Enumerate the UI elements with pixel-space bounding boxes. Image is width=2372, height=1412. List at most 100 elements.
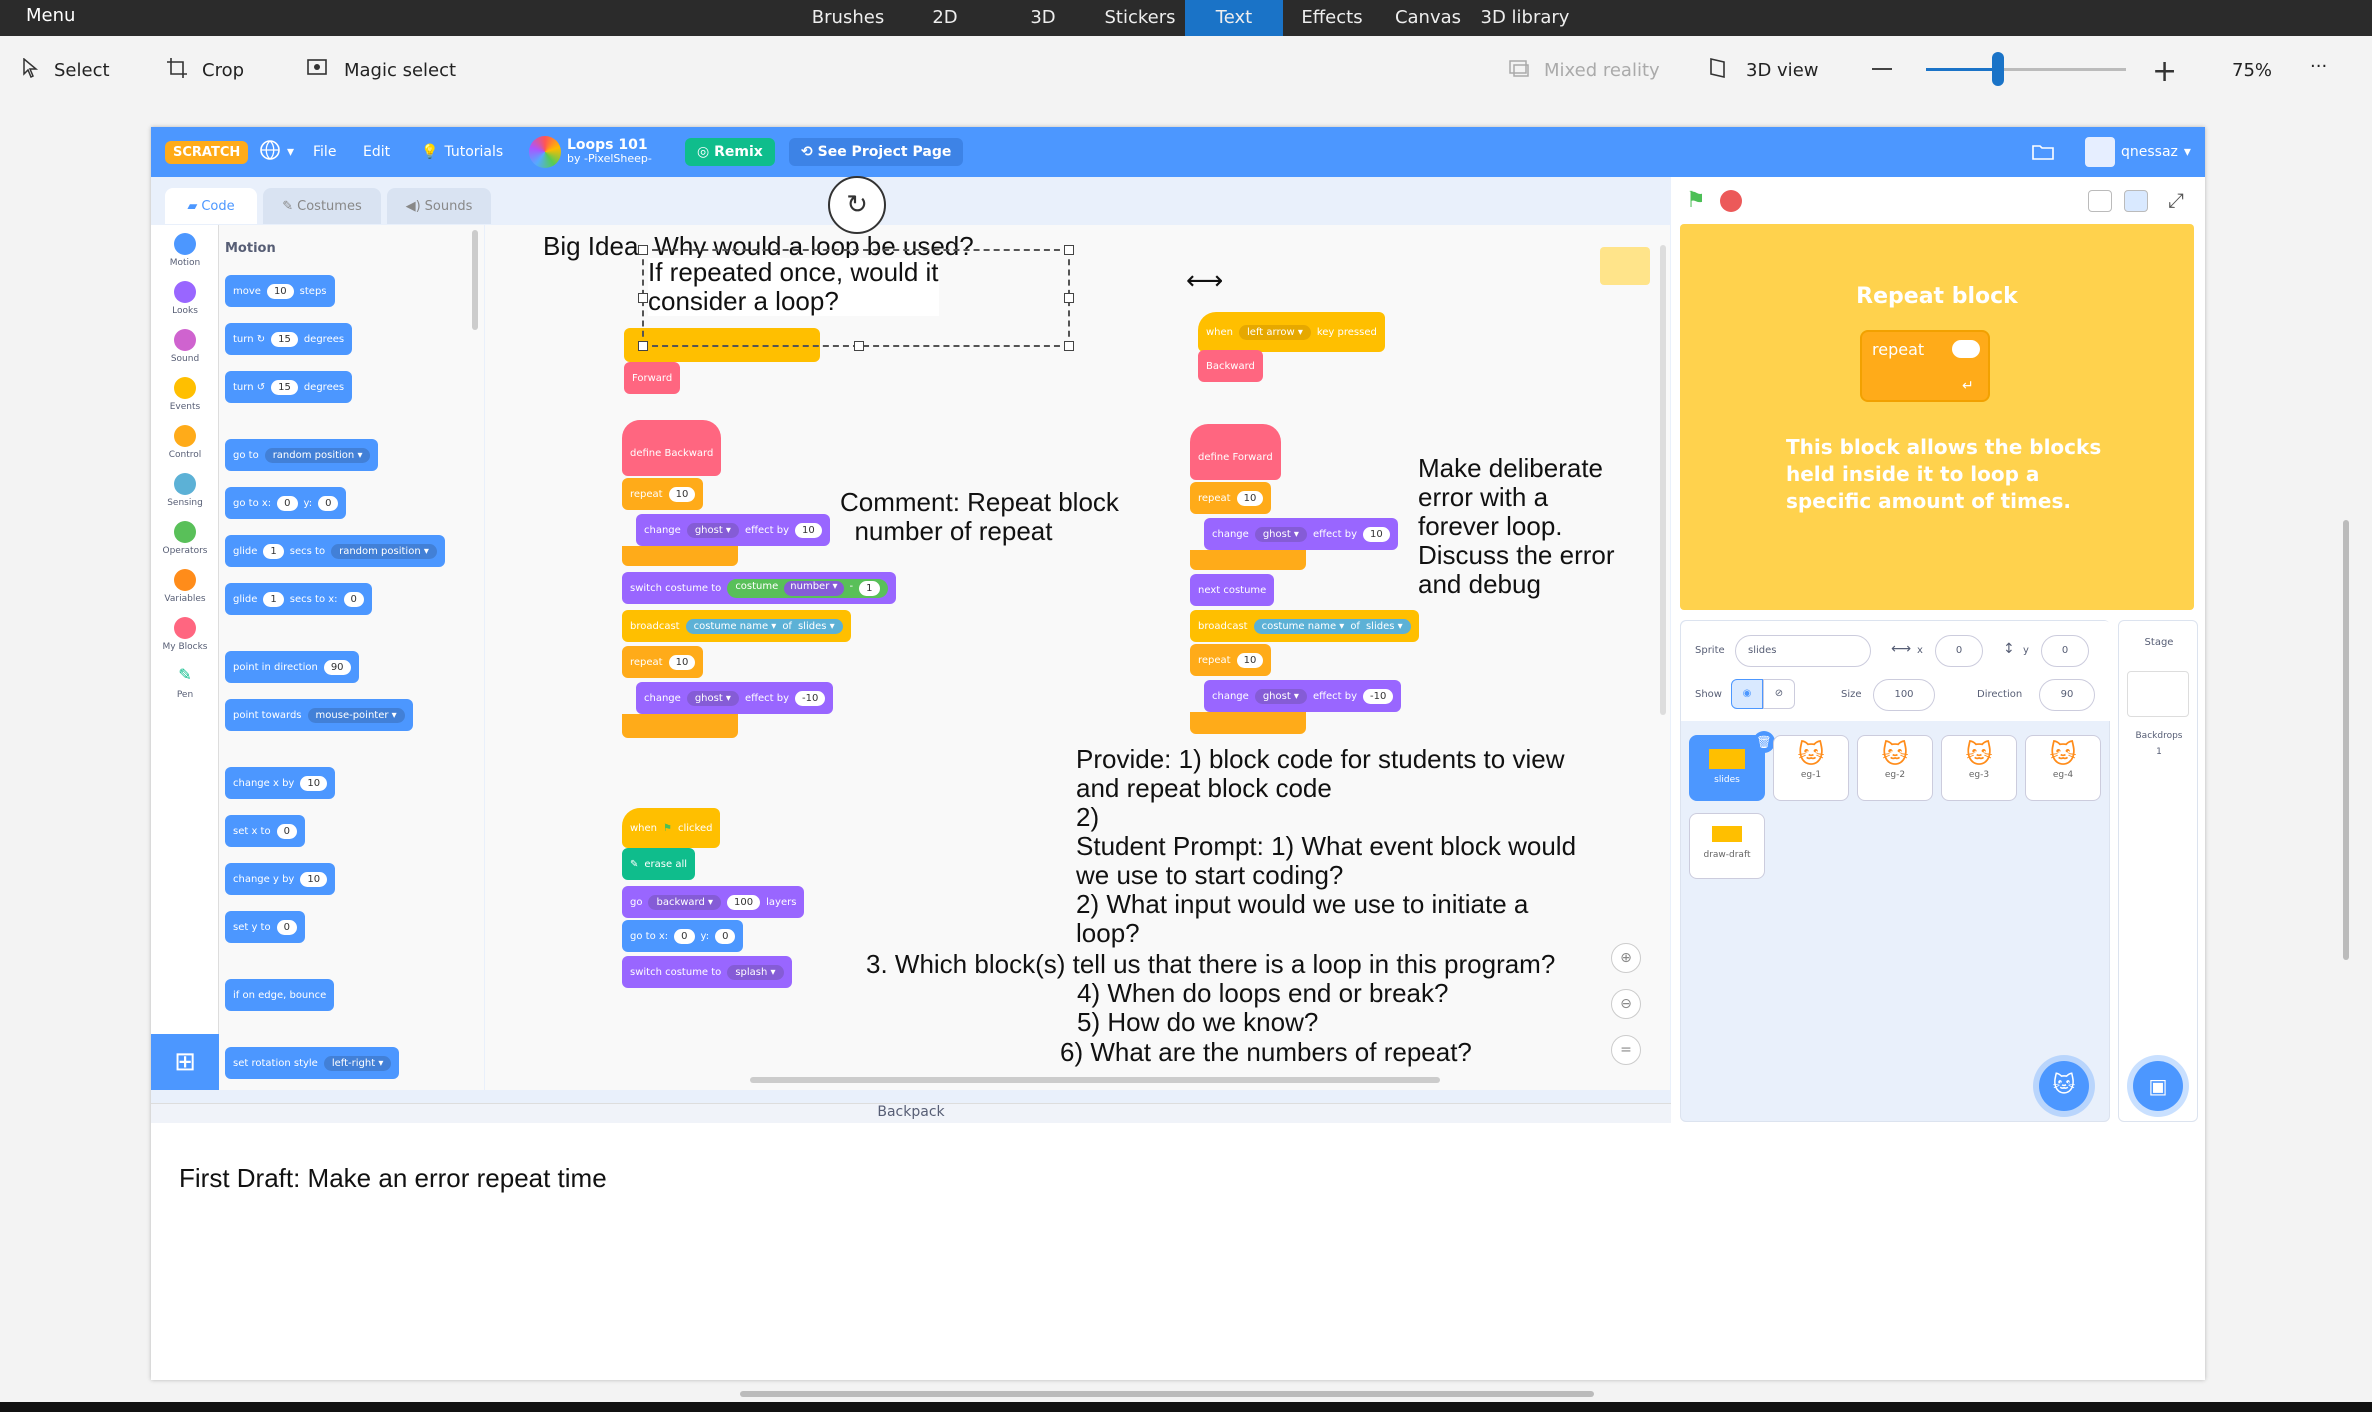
tab-text[interactable]: Text [1185,0,1283,36]
zoom-slider[interactable] [1926,52,2126,86]
broadcast-block[interactable]: broadcast costume name ▾ of slides ▾ [622,610,851,642]
question-3-text[interactable]: 3. Which block(s) tell us that there is … [866,950,1555,979]
sticky-comment[interactable] [1600,247,1650,285]
green-flag-icon[interactable]: ⚑ [1686,188,1710,213]
category-variables[interactable]: Variables [151,569,219,604]
zoom-slider-thumb[interactable] [1992,52,2004,86]
palette-block-glide-to[interactable]: glide 1 secs to random position ▾ [225,535,445,567]
stage[interactable]: Repeat block repeat ↵ This block allows … [1680,224,2194,610]
define-backward-block[interactable]: define Backward [622,420,722,476]
palette-block-bounce[interactable]: if on edge, bounce [225,979,335,1011]
fullscreen-icon[interactable]: ⤢ [2168,188,2184,212]
palette-block-turn-left[interactable]: turn ↺ 15 degrees [225,371,353,403]
category-sensing[interactable]: Sensing [151,473,219,508]
normal-stage-icon[interactable] [2124,190,2148,212]
canvas-vertical-scrollbar[interactable] [2343,520,2349,960]
file-menu[interactable]: File [313,127,336,177]
category-operators[interactable]: Operators [151,521,219,556]
3d-view-tool[interactable]: 3D view [1708,36,1818,104]
show-sprite-eye-icon[interactable]: ◉ [1731,679,1763,709]
palette-block-go-to[interactable]: go to random position ▾ [225,439,379,471]
select-tool[interactable]: Select [22,36,110,104]
edit-menu[interactable]: Edit [363,127,390,177]
repeat-block[interactable]: repeat 10 [1190,482,1272,514]
delete-sprite-icon[interactable]: 🗑 [1753,731,1775,753]
comment-text[interactable]: Comment: Repeat block number of repeat [840,488,1119,546]
switch-costume-block[interactable]: switch costume to splash ▾ [622,956,792,988]
magic-select-tool[interactable]: Magic select [306,36,456,104]
hide-sprite-eye-icon[interactable]: ⊘ [1763,679,1795,709]
category-sound[interactable]: Sound [151,329,219,364]
palette-block-set-y[interactable]: set y to 0 [225,911,305,943]
sprite-thumb-eg-1[interactable]: 🐱 eg-1 [1773,735,1849,801]
sprite-thumb-eg-4[interactable]: 🐱 eg-4 [2025,735,2101,801]
deliberate-error-text[interactable]: Make deliberate error with a forever loo… [1418,454,1615,599]
tab-3d-shapes[interactable]: 3D shapes [998,0,1088,64]
text-selection-box[interactable] [638,245,1074,351]
sprite-name-input[interactable]: slides [1735,635,1871,667]
when-flag-clicked-block[interactable]: when ⚑ clicked [622,808,721,848]
forward-call-block[interactable]: Forward [624,362,681,394]
palette-block-move[interactable]: move 10 steps [225,275,335,307]
repeat-block[interactable]: repeat 10 [1190,644,1272,676]
mixed-reality-tool[interactable]: Mixed reality [1508,36,1660,104]
scratch-logo[interactable]: SCRATCH [165,140,249,164]
palette-block-rotation-style[interactable]: set rotation style left-right ▾ [225,1047,400,1079]
category-control[interactable]: Control [151,425,219,460]
tab-sounds[interactable]: ◀) Sounds [387,188,491,224]
category-events[interactable]: Events [151,377,219,412]
more-options-icon[interactable]: ··· [2310,56,2327,77]
question-6-text[interactable]: 6) What are the numbers of repeat? [1060,1038,1472,1067]
stop-icon[interactable] [1720,190,1742,212]
resize-handle[interactable] [638,293,648,303]
add-extension-button[interactable]: ⊞ [151,1034,219,1090]
choose-backdrop-icon[interactable]: ▣ [2133,1061,2183,1111]
palette-scrollbar[interactable] [472,230,478,330]
go-layers-block[interactable]: go backward ▾ 100 layers [622,886,805,918]
zoom-out-icon[interactable]: ⊖ [1611,989,1641,1019]
backpack-header[interactable]: Backpack [151,1103,1671,1123]
stage-target-pane[interactable]: Stage Backdrops 1 ▣ [2118,620,2198,1122]
resize-handle[interactable] [638,245,648,255]
workspace-vscrollbar[interactable] [1660,245,1666,715]
see-project-page-button[interactable]: ⟲ See Project Page [789,138,964,166]
folder-icon[interactable] [2031,127,2055,177]
next-costume-block[interactable]: next costume [1190,574,1275,606]
workspace-scrollbar[interactable] [750,1077,1440,1083]
y-input[interactable]: 0 [2041,635,2089,667]
zoom-in-icon[interactable]: ⊕ [1611,943,1641,973]
category-my-blocks[interactable]: My Blocks [151,617,219,652]
question-5-text[interactable]: 5) How do we know? [1077,1008,1318,1037]
tab-costumes[interactable]: ✎ Costumes [263,188,381,224]
tab-brushes[interactable]: Brushes [808,0,888,36]
choose-sprite-icon[interactable]: 🐱 [2039,1061,2089,1111]
repeat-block[interactable]: repeat 10 [622,646,704,678]
change-effect-block[interactable]: change ghost ▾ effect by 10 [1204,518,1398,550]
tutorials-button[interactable]: 💡 Tutorials [421,127,503,177]
category-motion[interactable]: Motion [151,233,219,268]
remix-button[interactable]: ◎ Remix [685,138,775,166]
question-4-text[interactable]: 4) When do loops end or break? [1077,979,1448,1008]
resize-handle[interactable] [1064,341,1074,351]
broadcast-block[interactable]: broadcast costume name ▾ of slides ▾ [1190,610,1419,642]
tab-canvas[interactable]: Canvas [1388,0,1468,36]
canvas-horizontal-scrollbar[interactable] [740,1391,1594,1397]
size-input[interactable]: 100 [1873,679,1935,711]
define-forward-block[interactable]: define Forward [1190,424,1281,480]
language-menu[interactable]: ▾ [259,127,294,177]
resize-handle[interactable] [1064,293,1074,303]
sprite-thumb-eg-2[interactable]: 🐱 eg-2 [1857,735,1933,801]
palette-block-point-towards[interactable]: point towards mouse-pointer ▾ [225,699,413,731]
tab-effects[interactable]: Effects [1292,0,1372,36]
category-pen[interactable]: ✎ Pen [151,665,219,700]
resize-handle[interactable] [854,341,864,351]
palette-block-change-y[interactable]: change y by 10 [225,863,336,895]
when-key-pressed-block[interactable]: when left arrow ▾ key pressed [1198,312,1385,352]
crop-tool[interactable]: Crop [166,36,244,104]
erase-all-block[interactable]: ✎ erase all [622,848,696,880]
resize-handle[interactable] [1064,245,1074,255]
project-author[interactable]: by -PixelSheep- [567,152,652,165]
category-looks[interactable]: Looks [151,281,219,316]
menu-button[interactable]: Menu [26,0,75,32]
zoom-out-icon[interactable] [1872,68,1892,70]
